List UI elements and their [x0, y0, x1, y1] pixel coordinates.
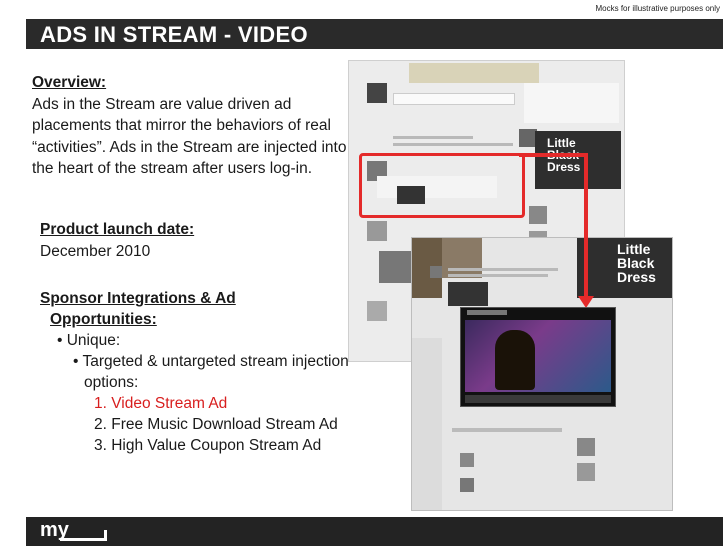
slide-title: ADS IN STREAM - VIDEO — [26, 19, 723, 49]
side-ad: Little Black Dress — [535, 131, 621, 189]
sponsor-heading: Sponsor Integrations & Ad Opportunities: — [40, 288, 360, 330]
disclaimer-note: Mocks for illustrative purposes only — [595, 4, 721, 13]
targeted-bullet: • Targeted & untargeted stream injection… — [73, 353, 349, 391]
overview-section: Overview: Ads in the Stream are value dr… — [32, 72, 350, 180]
stream-text — [448, 268, 558, 271]
footer-bar — [26, 517, 723, 546]
logo-tick — [104, 530, 107, 541]
ad-type-list: 1. Video Stream Ad 2. Free Music Downloa… — [40, 393, 360, 456]
notifications-panel — [524, 83, 619, 123]
highlight-connector — [519, 153, 587, 157]
launch-section: Product launch date: December 2010 — [40, 219, 194, 263]
player-title — [467, 310, 507, 315]
stream-text — [452, 428, 562, 432]
video-frame — [465, 320, 611, 392]
performer-figure — [495, 330, 535, 390]
player-controls[interactable] — [465, 395, 611, 403]
avatar — [367, 83, 387, 103]
avatar — [460, 453, 474, 467]
logo-underline — [60, 538, 107, 541]
side-ad-text: Little Black Dress — [617, 241, 656, 285]
video-player[interactable] — [460, 307, 616, 407]
avatar — [460, 478, 474, 492]
thumbnail — [529, 206, 547, 224]
stream-text — [393, 136, 473, 139]
thumbnail — [577, 438, 595, 456]
stream-text — [393, 143, 513, 146]
side-ad: Little Black Dress — [577, 238, 672, 298]
thumbnail — [577, 463, 595, 481]
highlight-connector-vertical — [584, 153, 588, 299]
launch-date: December 2010 — [40, 243, 151, 260]
sponsor-section: Sponsor Integrations & Ad Opportunities:… — [40, 288, 360, 456]
video-thumb — [448, 282, 488, 306]
left-column — [412, 338, 442, 510]
launch-heading: Product launch date: — [40, 221, 195, 238]
sponsor-heading-line2: Opportunities: — [50, 311, 157, 328]
avatar — [367, 301, 387, 321]
list-item-coupon: 3. High Value Coupon Stream Ad — [94, 437, 322, 454]
overview-body: Ads in the Stream are value driven ad pl… — [32, 95, 347, 178]
avatar — [367, 221, 387, 241]
sponsor-heading-line1: Sponsor Integrations & Ad — [40, 290, 236, 307]
ad-highlight-box — [359, 153, 525, 218]
status-input — [393, 93, 515, 105]
list-item-music: 2. Free Music Download Stream Ad — [94, 416, 338, 433]
unique-bullet: • Unique: — [57, 332, 121, 349]
stream-text — [448, 274, 548, 277]
list-item-video: 1. Video Stream Ad — [94, 395, 228, 412]
banner-ad — [409, 63, 539, 83]
photo — [442, 238, 482, 278]
overview-heading: Overview: — [32, 74, 107, 91]
avatar — [430, 266, 442, 278]
